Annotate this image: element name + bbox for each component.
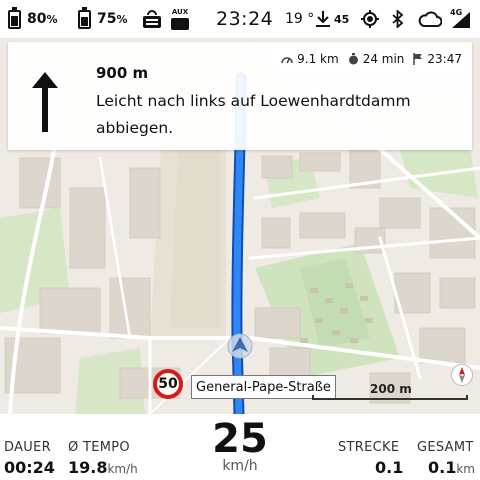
battery-1-value: 80	[27, 11, 47, 27]
bluetooth-icon	[392, 0, 404, 38]
distance-label: STRECKE	[338, 440, 400, 455]
battery-2-value: 75	[97, 11, 117, 27]
maneuver-instruction: Leicht nach links auf Loewenhardtdamm ab…	[96, 92, 411, 137]
duration-value: 00:24	[4, 458, 55, 477]
distance-value: 0.1	[375, 458, 404, 477]
avg-speed-label: Ø TEMPO	[68, 440, 130, 455]
speedometer-icon	[281, 57, 293, 64]
arrival-time-value: 23:47	[427, 52, 462, 66]
signal-icon: 4G	[450, 0, 470, 38]
remaining-distance-value: 9.1 km	[297, 52, 339, 66]
aux-icon: AUX	[168, 0, 192, 38]
turn-arrow-icon	[32, 72, 58, 132]
remaining-distance: 9.1 km	[281, 52, 339, 66]
route-info: 9.1 km 24 min 23:47	[275, 48, 468, 70]
remaining-time: 24 min	[348, 52, 405, 66]
total-value: 0.1	[428, 458, 457, 477]
flag-icon	[413, 53, 423, 65]
battery-2: 75%	[78, 0, 128, 38]
map-scale: 200 m	[312, 382, 468, 400]
avg-speed-value: 19.8	[68, 458, 108, 477]
clock: 23:24	[216, 8, 274, 30]
battery-icon	[8, 6, 21, 29]
status-bar: 80% 75% AUX 23:24 19 ° 45 4G	[0, 0, 480, 38]
current-speed: 25	[212, 416, 268, 462]
download-count: 45	[334, 12, 350, 26]
compass-icon[interactable]	[451, 364, 473, 386]
stopwatch-icon	[348, 53, 358, 65]
duration-label: DAUER	[4, 440, 51, 455]
remaining-time-value: 24 min	[362, 52, 405, 66]
download-indicator: 45	[315, 0, 349, 38]
arrival-time: 23:47	[413, 52, 462, 66]
gps-icon	[361, 0, 379, 38]
download-icon	[316, 11, 330, 27]
battery-icon	[78, 6, 91, 29]
navigation-panel[interactable]: 900 m Leicht nach links auf Loewenhardtd…	[8, 42, 472, 150]
trip-stats-bar: DAUER 00:24 Ø TEMPO 19.8km/h 25 km/h STR…	[0, 414, 480, 480]
current-speed-unit: km/h	[222, 458, 258, 474]
maneuver-distance: 900 m	[96, 64, 149, 82]
network-type: 4G	[450, 8, 463, 17]
radio-icon	[143, 0, 161, 38]
total-unit: km	[456, 462, 475, 476]
cloud-icon	[418, 0, 442, 38]
battery-1: 80%	[8, 0, 58, 38]
temperature: 19 °	[285, 11, 315, 27]
avg-speed-unit: km/h	[107, 462, 138, 476]
scale-label: 200 m	[370, 382, 412, 396]
total-label: GESAMT	[417, 440, 474, 455]
speed-limit-sign: 50	[153, 369, 183, 399]
